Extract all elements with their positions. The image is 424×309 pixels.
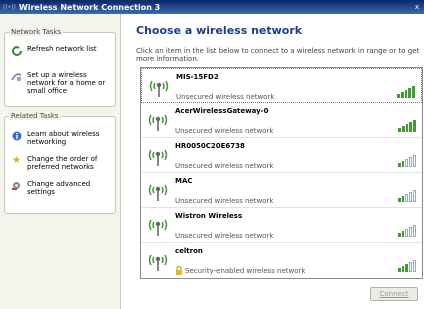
antenna-icon	[147, 182, 169, 202]
antenna-icon	[148, 78, 170, 98]
network-item[interactable]: AcerWirelessGateway-0 Unsecured wireless…	[141, 103, 422, 138]
setup-wireless-network-label: Set up a wireless network for a home or …	[27, 71, 106, 95]
task-sidebar: Network Tasks Refresh network list Set u…	[0, 14, 121, 309]
network-tasks-panel: Network Tasks Refresh network list Set u…	[4, 28, 116, 107]
signal-strength-icon	[397, 86, 415, 98]
signal-strength-icon	[398, 120, 416, 132]
network-status: Unsecured wireless network	[176, 93, 275, 101]
learn-wireless-link[interactable]: Learn about wireless networking	[11, 130, 113, 146]
network-name: AcerWirelessGateway-0	[175, 107, 269, 115]
network-name: MIS-15FD2	[176, 73, 219, 81]
change-preferred-order-link[interactable]: ★ Change the order of preferred networks	[11, 155, 113, 171]
antenna-icon	[147, 252, 169, 272]
network-status: Unsecured wireless network	[175, 232, 274, 240]
change-advanced-settings-label: Change advanced settings	[27, 180, 91, 196]
lock-icon	[175, 266, 183, 275]
change-preferred-order-label: Change the order of preferred networks	[27, 155, 98, 171]
network-item[interactable]: Wistron Wireless Unsecured wireless netw…	[141, 208, 422, 243]
star-icon: ★	[12, 155, 21, 166]
network-name: celtron	[175, 247, 203, 255]
change-advanced-settings-link[interactable]: Change advanced settings	[11, 180, 113, 196]
title-bar: ((•)) Wireless Network Connection 3 x	[0, 0, 424, 14]
window-title: Wireless Network Connection 3	[18, 2, 161, 12]
wireless-network-list[interactable]: MIS-15FD2 Unsecured wireless network Ace…	[140, 67, 423, 279]
network-name: Wistron Wireless	[175, 212, 243, 220]
close-button[interactable]: x	[412, 2, 422, 12]
antenna-icon	[147, 112, 169, 132]
info-icon	[11, 130, 22, 141]
settings-icon	[11, 180, 22, 191]
signal-strength-icon	[398, 155, 417, 167]
page-description: Click an item in the list below to conne…	[136, 47, 420, 63]
page-title: Choose a wireless network	[136, 24, 303, 37]
connect-button[interactable]: Connect	[370, 287, 418, 301]
antenna-icon	[147, 147, 169, 167]
network-item[interactable]: HR0050C20E6738 Unsecured wireless networ…	[141, 138, 422, 173]
network-name: HR0050C20E6738	[175, 142, 245, 150]
network-status: Unsecured wireless network	[175, 127, 274, 135]
network-item[interactable]: celtron Security-enabled wireless networ…	[141, 243, 422, 278]
refresh-network-list-link[interactable]: Refresh network list	[11, 45, 113, 56]
setup-wizard-icon	[11, 71, 22, 82]
signal-strength-icon	[398, 260, 417, 272]
network-name: MAC	[175, 177, 193, 185]
signal-strength-icon	[398, 225, 417, 237]
wireless-icon: ((•))	[3, 3, 16, 11]
related-tasks-header: Related Tasks	[9, 112, 61, 120]
refresh-icon	[11, 45, 22, 56]
refresh-network-list-label: Refresh network list	[27, 45, 97, 53]
antenna-icon	[147, 217, 169, 237]
network-item[interactable]: MIS-15FD2 Unsecured wireless network	[141, 68, 422, 103]
signal-strength-icon	[398, 190, 417, 202]
related-tasks-panel: Related Tasks Learn about wireless netwo…	[4, 112, 116, 214]
learn-wireless-label: Learn about wireless networking	[27, 130, 100, 146]
network-status: Unsecured wireless network	[175, 162, 274, 170]
setup-wireless-network-link[interactable]: Set up a wireless network for a home or …	[11, 71, 113, 95]
network-status: Security-enabled wireless network	[185, 267, 306, 275]
network-item[interactable]: MAC Unsecured wireless network	[141, 173, 422, 208]
network-tasks-header: Network Tasks	[9, 28, 64, 36]
network-status: Unsecured wireless network	[175, 197, 274, 205]
